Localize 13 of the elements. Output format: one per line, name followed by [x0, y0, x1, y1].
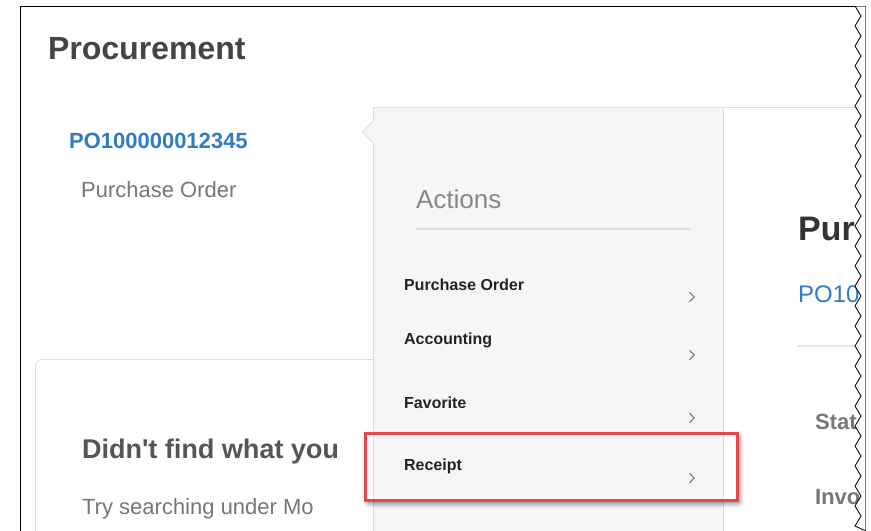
menu-item[interactable]: Accounting — [374, 318, 723, 380]
field-label: Stat — [815, 408, 857, 436]
page-title: Procurement — [48, 30, 246, 66]
menu-item[interactable]: Purchase Order — [374, 256, 723, 318]
help-title: Didn't find what you — [82, 433, 339, 466]
record-link[interactable]: PO100000012345 — [69, 127, 248, 155]
help-text: Try searching under Mo — [82, 493, 314, 521]
field-label: Invo — [815, 483, 860, 511]
record-type: Purchase Order — [81, 176, 236, 204]
menu-title: Actions — [416, 183, 502, 216]
detail-title: Pur — [798, 209, 855, 249]
menu-item[interactable]: Receipt — [364, 432, 739, 502]
detail-number: PO10 — [798, 280, 860, 310]
